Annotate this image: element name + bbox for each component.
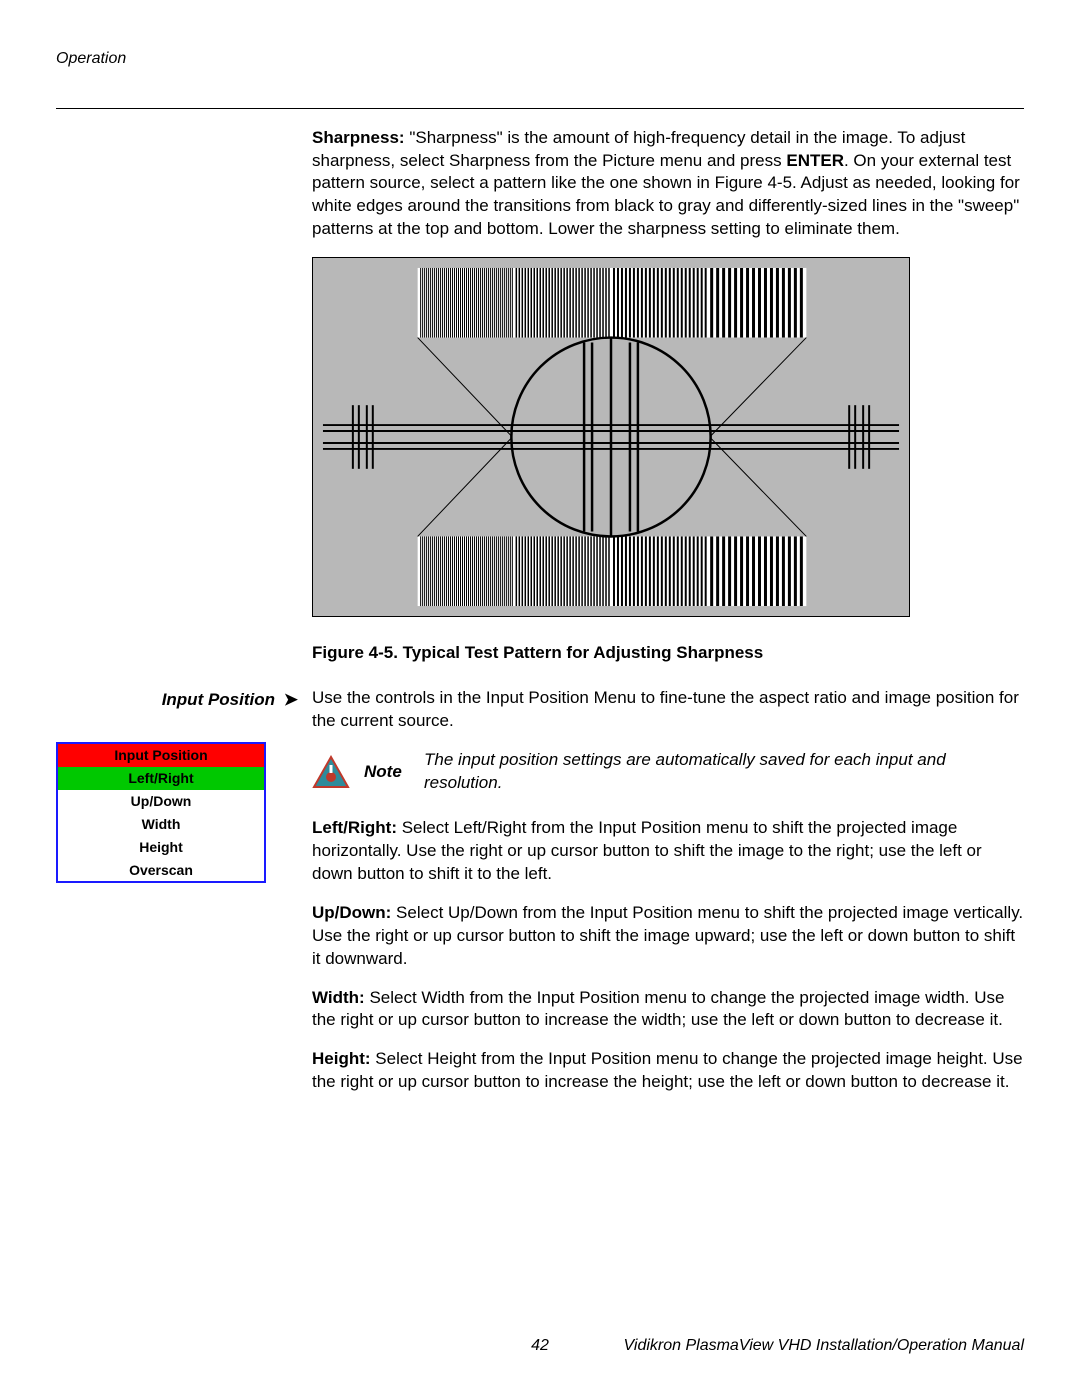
header-rule: [56, 108, 1024, 109]
left-column: [56, 127, 304, 688]
up-down-label: Up/Down:: [312, 903, 391, 922]
menu-selected-item: Left/Right: [58, 767, 264, 790]
note-label: Note: [364, 761, 410, 784]
figure-caption: Figure 4-5. Typical Test Pattern for Adj…: [312, 642, 1024, 665]
height-paragraph: Height: Select Height from the Input Pos…: [312, 1048, 1024, 1094]
side-heading-wrap: Input Position ➤ Input Position Left/Rig…: [56, 687, 304, 1110]
test-pattern-image: [312, 257, 910, 617]
height-label: Height:: [312, 1049, 371, 1068]
width-paragraph: Width: Select Width from the Input Posit…: [312, 987, 1024, 1033]
section-header: Operation: [56, 48, 1024, 70]
side-heading: Input Position ➤: [56, 689, 304, 712]
sharpness-paragraph: Sharpness: "Sharpness" is the amount of …: [312, 127, 1024, 242]
up-down-paragraph: Up/Down: Select Up/Down from the Input P…: [312, 902, 1024, 971]
menu-title: Input Position: [58, 744, 264, 767]
right-column: Sharpness: "Sharpness" is the amount of …: [312, 127, 1024, 688]
menu-box: Input Position Left/Right Up/Down Width …: [56, 742, 266, 883]
content-grid: Sharpness: "Sharpness" is the amount of …: [56, 127, 1024, 1111]
menu-item: Overscan: [58, 859, 264, 882]
footer-title: Vidikron PlasmaView VHD Installation/Ope…: [624, 1335, 1025, 1357]
left-right-text: Select Left/Right from the Input Positio…: [312, 818, 982, 883]
height-text: Select Height from the Input Position me…: [312, 1049, 1023, 1091]
page-number: 42: [531, 1335, 549, 1357]
note-text: The input position settings are automati…: [424, 749, 1024, 795]
menu-item: Up/Down: [58, 790, 264, 813]
menu-item: Width: [58, 813, 264, 836]
side-heading-label: Input Position: [162, 690, 275, 709]
input-position-intro: Use the controls in the Input Position M…: [312, 687, 1024, 733]
arrow-right-icon: ➤: [284, 689, 298, 712]
footer: 42 Vidikron PlasmaView VHD Installation/…: [56, 1335, 1024, 1357]
width-label: Width:: [312, 988, 365, 1007]
figure-wrapper: [312, 257, 1024, 624]
note-row: Note The input position settings are aut…: [312, 749, 1024, 795]
sharpness-label: Sharpness:: [312, 128, 405, 147]
caution-triangle-icon: [312, 755, 350, 789]
menu-item: Height: [58, 836, 264, 859]
left-right-paragraph: Left/Right: Select Left/Right from the I…: [312, 817, 1024, 886]
right-column-2: Use the controls in the Input Position M…: [312, 687, 1024, 1110]
sharpness-enter: ENTER: [786, 151, 844, 170]
up-down-text: Select Up/Down from the Input Position m…: [312, 903, 1023, 968]
left-right-label: Left/Right:: [312, 818, 397, 837]
width-text: Select Width from the Input Position men…: [312, 988, 1004, 1030]
